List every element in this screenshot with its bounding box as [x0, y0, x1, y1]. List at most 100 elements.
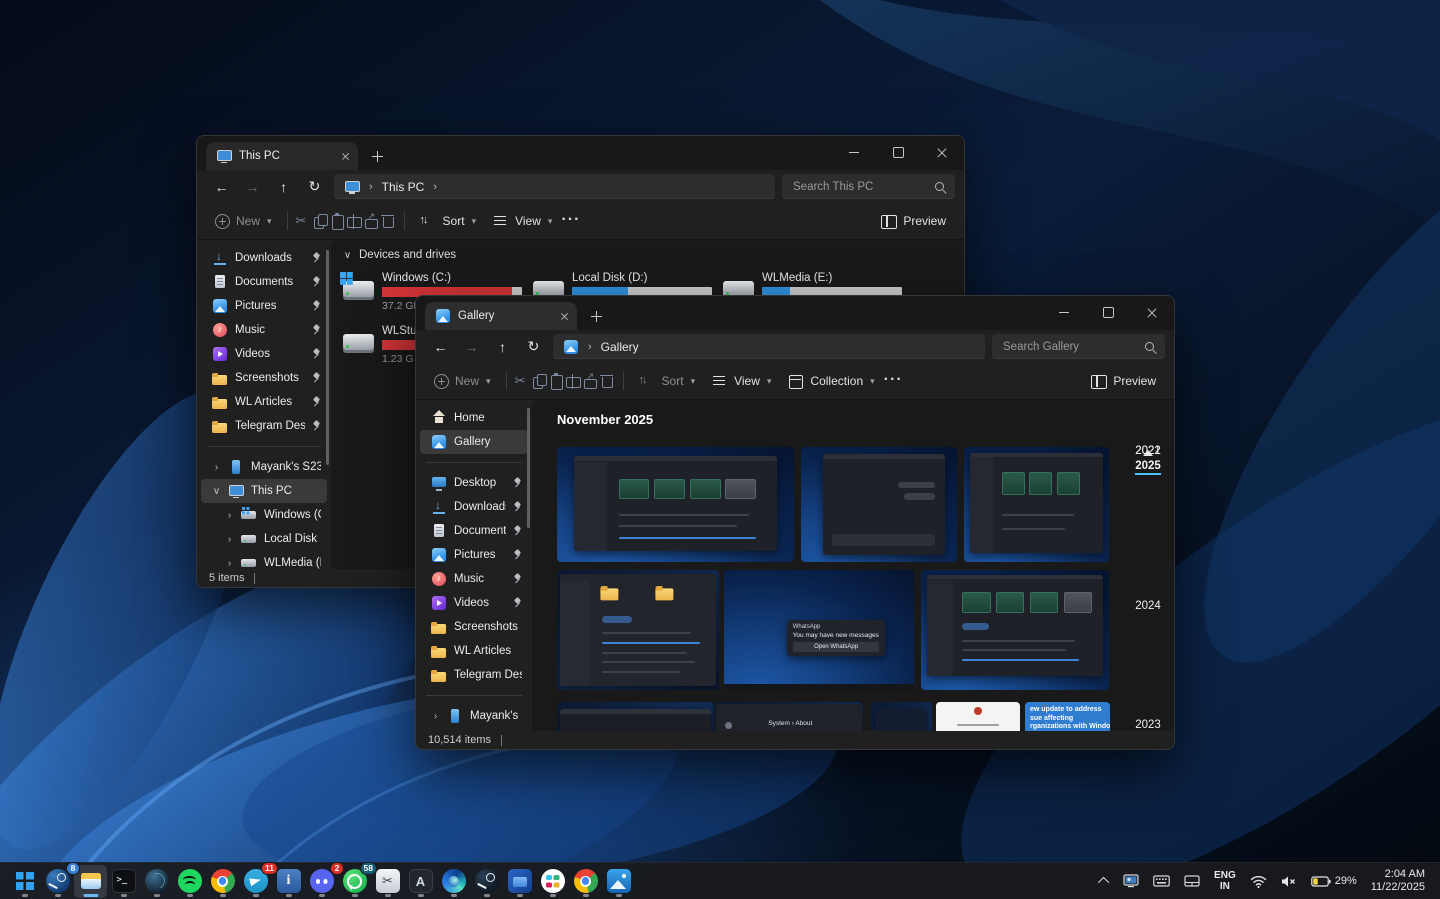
sidebar-item-pictures[interactable]: Pictures: [201, 294, 327, 318]
language-indicator[interactable]: ENG IN: [1209, 866, 1241, 896]
tray-overflow-button[interactable]: [1096, 866, 1114, 896]
minimize-button[interactable]: [1042, 296, 1086, 329]
gallery-thumbnail[interactable]: [921, 570, 1109, 690]
forward-button[interactable]: →: [237, 173, 268, 200]
paste-icon[interactable]: [329, 213, 346, 230]
breadcrumb[interactable]: › Gallery: [553, 334, 985, 359]
sidebar-item-documents[interactable]: Documents: [420, 519, 528, 543]
sidebar-item-gallery[interactable]: Gallery: [420, 430, 528, 454]
wifi-icon[interactable]: [1245, 866, 1272, 896]
expand-chevron-icon[interactable]: ›: [431, 711, 440, 722]
timeline-year-2023[interactable]: 2023: [1130, 719, 1166, 731]
spotify-icon[interactable]: [173, 865, 206, 898]
view-button[interactable]: View ▾: [703, 368, 779, 395]
gallery-thumbnail[interactable]: [871, 702, 932, 731]
gallery-thumbnail[interactable]: [801, 447, 957, 562]
sidebar-item-wl-articles[interactable]: WL Articles: [201, 390, 327, 414]
timeline-year-2024[interactable]: 2024: [1130, 600, 1166, 612]
volume-muted-icon[interactable]: [1276, 866, 1302, 896]
view-button[interactable]: View ▾: [484, 208, 560, 235]
globe-app-icon[interactable]: [140, 865, 173, 898]
search-input[interactable]: [791, 180, 928, 194]
maximize-button[interactable]: [876, 136, 920, 169]
battery-indicator[interactable]: 29%: [1306, 866, 1362, 896]
new-button[interactable]: New ▾: [426, 369, 499, 394]
up-button[interactable]: ↑: [487, 333, 518, 360]
sidebar-item-wl-articles[interactable]: WL Articles: [420, 639, 528, 663]
refresh-button[interactable]: ↻: [299, 173, 330, 200]
breadcrumb[interactable]: › This PC ›: [334, 174, 775, 199]
refresh-button[interactable]: ↻: [518, 333, 549, 360]
copy-icon[interactable]: [312, 213, 329, 230]
gallery-thumbnail[interactable]: ew update to address sue affecting rgani…: [1025, 702, 1110, 731]
gallery-thumbnail[interactable]: [557, 570, 719, 690]
back-button[interactable]: ←: [206, 173, 237, 200]
sidebar-item-local-disk-d[interactable]: › Local Disk (D:): [201, 527, 327, 551]
tab-gallery[interactable]: Gallery: [425, 302, 577, 330]
copy-icon[interactable]: [531, 373, 548, 390]
up-button[interactable]: ↑: [268, 173, 299, 200]
photos-icon[interactable]: [602, 865, 635, 898]
tab-close-icon[interactable]: [560, 312, 569, 321]
search-input[interactable]: [1001, 340, 1138, 354]
display-tray-icon[interactable]: [1118, 866, 1144, 896]
sidebar-item-pictures[interactable]: Pictures: [420, 543, 528, 567]
preview-button[interactable]: Preview: [1082, 368, 1164, 395]
sort-button[interactable]: Sort ▾: [631, 368, 704, 395]
a-app-icon[interactable]: [404, 865, 437, 898]
share-icon[interactable]: [363, 213, 380, 230]
sidebar-item-videos[interactable]: Videos: [420, 591, 528, 615]
gallery-thumbnail[interactable]: WhatsApp You may have new messages Open …: [724, 570, 914, 690]
sidebar-item-downloads[interactable]: Downloads: [201, 246, 327, 270]
chrome-icon-2[interactable]: [569, 865, 602, 898]
paste-icon[interactable]: [548, 373, 565, 390]
collection-button[interactable]: Collection ▾: [779, 368, 882, 395]
sidebar-item-downloads[interactable]: Downloads: [420, 495, 528, 519]
new-tab-button[interactable]: [591, 311, 602, 322]
steam-blue-icon[interactable]: 8: [41, 865, 74, 898]
rename-icon[interactable]: [565, 373, 582, 390]
close-button[interactable]: [920, 136, 964, 169]
edge-icon[interactable]: [437, 865, 470, 898]
breadcrumb-item[interactable]: This PC: [382, 180, 425, 194]
delete-icon[interactable]: [599, 373, 616, 390]
search-box[interactable]: [992, 334, 1165, 359]
section-header[interactable]: ∨ Devices and drives: [343, 249, 964, 261]
sidebar-item-telegram-desktop[interactable]: Telegram Deskt: [201, 414, 327, 438]
preview-button[interactable]: Preview: [872, 208, 954, 235]
expand-chevron-icon[interactable]: ›: [212, 462, 221, 473]
gallery-thumbnail[interactable]: [557, 447, 794, 562]
sidebar-item-wlmedia-e[interactable]: › WLMedia (E:): [201, 551, 327, 575]
slack-icon[interactable]: [536, 865, 569, 898]
sidebar-item-phone[interactable]: › Mayank's S23: [201, 455, 327, 479]
discord-icon[interactable]: 2: [305, 865, 338, 898]
start-button[interactable]: [8, 865, 41, 898]
forward-button[interactable]: →: [456, 333, 487, 360]
more-options-icon[interactable]: [560, 213, 577, 230]
blue-app-icon[interactable]: [503, 865, 536, 898]
sidebar-item-music[interactable]: Music: [201, 318, 327, 342]
telegram-icon[interactable]: 11: [239, 865, 272, 898]
sort-button[interactable]: Sort ▾: [412, 208, 485, 235]
chrome-icon[interactable]: [206, 865, 239, 898]
terminal-icon[interactable]: [107, 865, 140, 898]
sidebar-item-videos[interactable]: Videos: [201, 342, 327, 366]
rename-icon[interactable]: [346, 213, 363, 230]
expand-chevron-icon[interactable]: ›: [225, 510, 234, 521]
sidebar-item-screenshots[interactable]: Screenshots: [201, 366, 327, 390]
tab-this-pc[interactable]: This PC: [206, 142, 358, 170]
sidebar-item-phone[interactable]: › Mayank's S23: [420, 704, 528, 728]
expand-chevron-icon[interactable]: ∨: [212, 486, 221, 497]
sidebar-item-home[interactable]: Home: [420, 406, 528, 430]
new-button[interactable]: New ▾: [207, 209, 280, 234]
more-options-icon[interactable]: [883, 373, 900, 390]
sidebar-item-this-pc[interactable]: ∨ This PC: [201, 479, 327, 503]
expand-chevron-icon[interactable]: ›: [225, 558, 234, 569]
scrollbar[interactable]: [527, 408, 530, 528]
scrollbar[interactable]: [326, 250, 329, 465]
new-tab-button[interactable]: [372, 151, 383, 162]
share-icon[interactable]: [582, 373, 599, 390]
gallery-thumbnail[interactable]: [557, 702, 714, 731]
sidebar-item-desktop[interactable]: Desktop: [420, 471, 528, 495]
back-button[interactable]: ←: [425, 333, 456, 360]
